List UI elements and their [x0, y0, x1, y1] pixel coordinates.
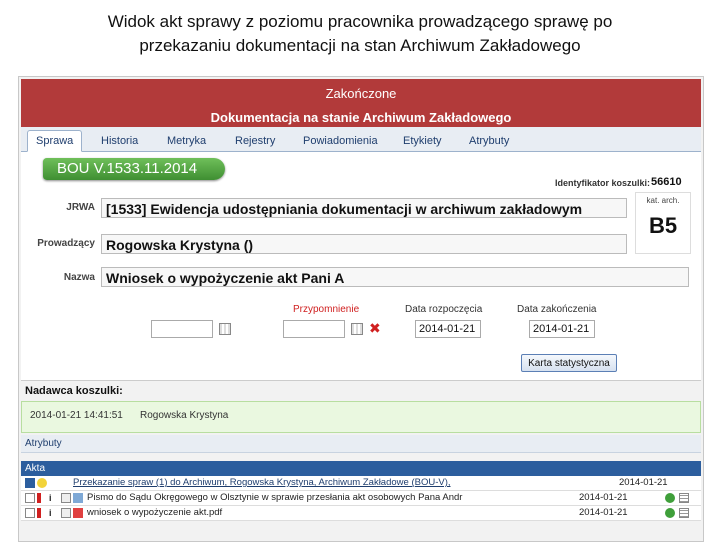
akta-row[interactable]: i Pismo do Sądu Okręgowego w Olsztynie w…	[21, 491, 701, 506]
akta-row-date: 2014-01-21	[579, 492, 628, 503]
sender-header: Nadawca koszulki:	[25, 385, 123, 397]
empty-date-input[interactable]	[151, 320, 213, 338]
id-value: 56610	[651, 176, 682, 188]
reminder-input[interactable]	[283, 320, 345, 338]
akta-row-text[interactable]: Przekazanie spraw (1) do Archiwum, Rogow…	[73, 477, 451, 488]
tab-historia[interactable]: Historia	[93, 131, 146, 151]
jrwa-label: JRWA	[66, 202, 95, 213]
tab-atrybuty[interactable]: Atrybuty	[461, 131, 517, 151]
checkbox-icon[interactable]	[25, 493, 35, 503]
case-panel: BOU V.1533.11.2014 Identyfikator koszulk…	[21, 152, 701, 381]
akta-row[interactable]: Przekazanie spraw (1) do Archiwum, Rogow…	[21, 476, 701, 491]
end-date-label: Data zakończenia	[517, 304, 597, 315]
info-icon[interactable]: i	[49, 493, 59, 503]
document-icon	[61, 508, 71, 518]
refresh-icon[interactable]	[665, 493, 675, 503]
flag-icon	[37, 508, 41, 518]
owner-label: Prowadzący	[37, 238, 95, 249]
akta-row-date: 2014-01-21	[579, 507, 628, 518]
archive-category-value: B5	[648, 213, 678, 238]
tab-sprawa[interactable]: Sprawa	[27, 130, 83, 152]
sender-datetime: 2014-01-21 14:41:51	[30, 410, 123, 421]
sender-name: Rogowska Krystyna	[140, 410, 229, 421]
end-date-input[interactable]: 2014-01-21	[529, 320, 595, 338]
refresh-icon[interactable]	[665, 508, 675, 518]
tab-etykiety[interactable]: Etykiety	[395, 131, 450, 151]
tab-powiadomienia[interactable]: Powiadomienia	[295, 131, 386, 151]
start-date-label: Data rozpoczęcia	[405, 304, 483, 315]
list-icon[interactable]	[679, 508, 689, 518]
pdf-icon	[73, 508, 83, 518]
tab-bar: Sprawa Historia Metryka Rejestry Powiado…	[21, 127, 701, 152]
flag-icon	[37, 493, 41, 503]
slide-title: Widok akt sprawy z poziomu pracownika pr…	[0, 10, 720, 58]
start-date-input[interactable]: 2014-01-21	[415, 320, 481, 338]
calendar-icon[interactable]	[219, 323, 231, 335]
reminder-label: Przypomnienie	[293, 304, 360, 315]
owner-field[interactable]: Rogowska Krystyna ()	[101, 234, 627, 254]
list-icon[interactable]	[679, 493, 689, 503]
sun-icon	[37, 478, 47, 488]
id-label: Identyfikator koszulki:	[555, 178, 651, 188]
akta-row-text[interactable]: wniosek o wypożyczenie akt.pdf	[87, 507, 222, 518]
document-icon	[61, 493, 71, 503]
akta-row-text[interactable]: Pismo do Sądu Okręgowego w Olsztynie w s…	[87, 492, 462, 503]
sender-box: 2014-01-21 14:41:51 Rogowska Krystyna	[21, 401, 701, 433]
attributes-bar[interactable]: Atrybuty	[21, 435, 701, 453]
case-number-badge: BOU V.1533.11.2014	[43, 158, 225, 180]
tab-metryka[interactable]: Metryka	[159, 131, 214, 151]
doc-state-bar: Dokumentacja na stanie Archiwum Zakładow…	[21, 109, 701, 127]
info-icon[interactable]: i	[49, 508, 59, 518]
person-icon	[25, 478, 35, 488]
stats-card-button[interactable]: Karta statystyczna	[521, 354, 617, 372]
slide-title-line-2: przekazaniu dokumentacji na stan Archiwu…	[139, 36, 581, 55]
file-icon	[73, 493, 83, 503]
jrwa-field[interactable]: [1533] Ewidencja udostępniania dokumenta…	[101, 198, 627, 218]
status-bar: Zakończone	[21, 79, 701, 109]
archive-category-label: kat. arch.	[646, 196, 680, 205]
akta-header: Akta	[21, 461, 701, 476]
tab-rejestry[interactable]: Rejestry	[227, 131, 283, 151]
checkbox-icon[interactable]	[25, 508, 35, 518]
clear-icon[interactable]: ✖	[369, 320, 381, 337]
app-window: Zakończone Dokumentacja na stanie Archiw…	[18, 76, 704, 542]
akta-row-date: 2014-01-21	[619, 477, 668, 488]
akta-row[interactable]: i wniosek o wypożyczenie akt.pdf 2014-01…	[21, 506, 701, 521]
slide-title-line-1: Widok akt sprawy z poziomu pracownika pr…	[107, 12, 613, 31]
archive-category-box: kat. arch. B5	[635, 192, 691, 254]
name-label: Nazwa	[63, 272, 95, 283]
calendar-icon[interactable]	[351, 323, 363, 335]
name-field[interactable]: Wniosek o wypożyczenie akt Pani A	[101, 267, 689, 287]
